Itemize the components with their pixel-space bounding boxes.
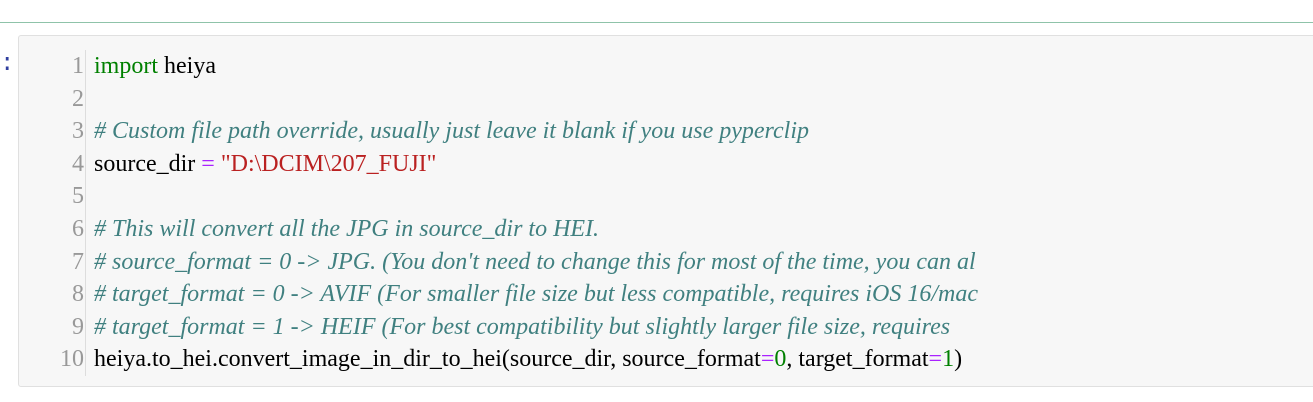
code-line-7[interactable]: # source_format = 0 -> JPG. (You don't n… xyxy=(94,246,1313,279)
code-line-3[interactable]: # Custom file path override, usually jus… xyxy=(94,115,1313,148)
cell-prompt-marker: : xyxy=(0,51,15,78)
variable-name: source_dir xyxy=(94,150,202,177)
line-number: 6 xyxy=(72,215,84,242)
assign-operator: = xyxy=(928,346,943,373)
code-line-4[interactable]: source_dir = "D:\DCIM\207_FUJI" xyxy=(94,148,1313,181)
comment-text: # This will convert all the JPG in sourc… xyxy=(94,215,600,242)
number-literal: 0 xyxy=(774,346,787,373)
import-keyword: import xyxy=(94,53,158,79)
line-number: 5 xyxy=(72,183,84,210)
closing-paren: ) xyxy=(954,346,963,373)
assign-operator: = xyxy=(760,346,775,373)
comment-text: # Custom file path override, usually jus… xyxy=(94,118,809,145)
line-number: 1 xyxy=(72,53,84,79)
line-number-gutter: 1 2 3 4 5 6 7 8 9 10 xyxy=(19,50,86,376)
line-number: 8 xyxy=(72,281,84,308)
code-line-9[interactable]: # target_format = 1 -> HEIF (For best co… xyxy=(94,311,1313,344)
number-literal: 1 xyxy=(942,346,955,373)
line-number: 10 xyxy=(60,346,84,373)
comment-text: # source_format = 0 -> JPG. (You don't n… xyxy=(94,248,976,275)
line-number: 7 xyxy=(72,248,84,275)
string-literal: "D:\DCIM\207_FUJI" xyxy=(220,150,437,177)
cell-separator xyxy=(0,22,1313,23)
code-cell[interactable]: 1 2 3 4 5 6 7 8 9 10 import heiya # Cust… xyxy=(18,35,1313,387)
line-number: 2 xyxy=(72,85,84,112)
assign-operator: = xyxy=(201,150,215,177)
code-editor[interactable]: import heiya # Custom file path override… xyxy=(94,50,1313,376)
line-number: 3 xyxy=(72,118,84,145)
code-line-8[interactable]: # target_format = 0 -> AVIF (For smaller… xyxy=(94,278,1313,311)
code-line-6[interactable]: # This will convert all the JPG in sourc… xyxy=(94,213,1313,246)
comment-text: # target_format = 1 -> HEIF (For best co… xyxy=(94,313,951,340)
module-name: heiya xyxy=(158,53,216,79)
argument-separator: , target_format xyxy=(786,346,929,373)
code-line-2[interactable] xyxy=(94,83,1313,116)
code-line-10[interactable]: heiya.to_hei.convert_image_in_dir_to_hei… xyxy=(94,343,1313,376)
function-call: heiya.to_hei.convert_image_in_dir_to_hei… xyxy=(94,346,761,373)
line-number: 4 xyxy=(72,150,84,177)
line-number: 9 xyxy=(72,313,84,340)
code-line-1[interactable]: import heiya xyxy=(94,50,1313,83)
code-line-5[interactable] xyxy=(94,180,1313,213)
comment-text: # target_format = 0 -> AVIF (For smaller… xyxy=(94,281,978,308)
